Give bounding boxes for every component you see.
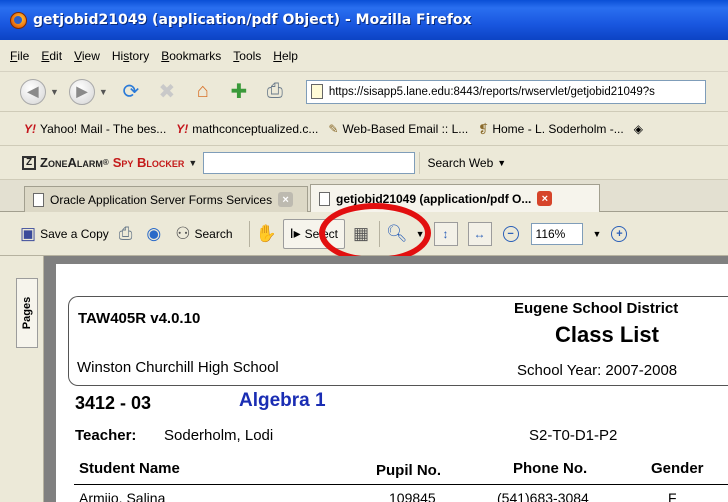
close-icon[interactable]: × (278, 192, 294, 207)
zonealarm-search-input[interactable] (203, 151, 416, 174)
bookmark-item[interactable]: Y! Yahoo! Mail - The bes... (24, 122, 166, 136)
zonealarm-logo[interactable]: Z ZoneAlarm ® Spy Blocker ▼ (22, 155, 201, 170)
district-name: Eugene School District (514, 300, 679, 317)
document-icon (319, 191, 330, 206)
section-number: 3412 - 03 (75, 393, 152, 413)
zoom-out-icon[interactable]: − (502, 225, 519, 242)
close-icon[interactable]: × (537, 191, 553, 206)
printer-icon: ⎙ (118, 223, 133, 243)
chevron-down-icon[interactable]: ▼ (416, 229, 425, 239)
stop-icon[interactable]: ✖ (154, 79, 180, 105)
column-header: Student Name (79, 460, 180, 477)
bookmark-label: mathconceptualized.c... (192, 121, 319, 136)
toolbar-separator (248, 220, 250, 247)
hand-tool-icon[interactable]: ✋ (256, 224, 277, 244)
pdf-toolbar: ▣ Save a Copy ⎙ ◉ ⚇ Search ✋ I▸ Select ▦… (0, 212, 728, 256)
report-title: Class List (555, 322, 659, 347)
print-icon[interactable]: ⎙ (262, 79, 288, 105)
text-cursor-icon: I▸ (289, 225, 301, 241)
reload-icon[interactable]: ⟳ (118, 79, 144, 105)
teacher-name: Soderholm, Lodi (164, 427, 274, 444)
period-code: S2-T0-D1-P2 (529, 427, 618, 444)
pdf-side-panel: Pages (0, 256, 44, 502)
menu-bar: File Edit View History Bookmarks Tools H… (0, 40, 728, 72)
chevron-down-icon[interactable]: ▼ (593, 229, 602, 239)
zonealarm-toolbar: Z ZoneAlarm ® Spy Blocker ▼ Search Web ▼ (0, 146, 728, 180)
firefox-logo-icon (10, 11, 27, 29)
column-header: Phone No. (513, 460, 588, 477)
bookmark-label: Yahoo! Mail - The bes... (40, 121, 167, 136)
pupil-number: 109845 (389, 490, 436, 502)
student-name: Armijo, Salina (79, 490, 166, 502)
yahoo-icon: Y! (176, 121, 189, 136)
window-title: getjobid21049 (application/pdf Object) -… (33, 12, 472, 28)
menu-help[interactable]: Help (273, 49, 298, 63)
email-button[interactable]: ◉ (146, 224, 165, 244)
page-document-icon (310, 84, 323, 99)
chevron-down-icon: ▼ (188, 157, 198, 168)
fit-width-icon[interactable]: ↔ (467, 221, 492, 246)
overflow-icon[interactable]: ◈ (634, 122, 643, 136)
chevron-down-icon: ▼ (497, 157, 507, 168)
bookmark-add-icon[interactable]: ✚ (226, 79, 252, 105)
url-bar[interactable]: https://sisapp5.lane.edu:8443/reports/rw… (305, 79, 706, 104)
email-icon: ✎ (328, 121, 339, 136)
zoom-in-circle-icon[interactable]: + (611, 225, 628, 242)
menu-file[interactable]: File (10, 49, 29, 63)
page-icon: ❡ (478, 121, 489, 136)
forward-history-dropdown[interactable]: ▼ (99, 87, 108, 97)
menu-view[interactable]: View (74, 49, 100, 63)
print-button[interactable]: ⎙ (119, 224, 137, 244)
back-history-dropdown[interactable]: ▼ (50, 87, 59, 97)
search-button[interactable]: ⚇ Search (175, 224, 232, 244)
pdf-document-area[interactable]: TAW405R v4.0.10 Eugene School District C… (44, 256, 728, 502)
search-web-button[interactable]: Search Web ▼ (419, 151, 517, 174)
column-header: Gender (651, 460, 704, 477)
zoom-in-icon[interactable]: 🔍︎ (386, 224, 408, 244)
menu-history[interactable]: History (112, 49, 149, 63)
select-tool-button[interactable]: I▸ Select (282, 218, 345, 249)
zoom-level-input[interactable]: 116% (530, 222, 583, 245)
bookmarks-toolbar: Y! Yahoo! Mail - The bes... Y! mathconce… (0, 112, 728, 146)
phone-number: (541)683-3084 (497, 490, 589, 502)
url-text: https://sisapp5.lane.edu:8443/reports/rw… (328, 85, 655, 98)
globe-mail-icon: ◉ (146, 223, 162, 243)
zonealarm-z-icon: Z (22, 155, 36, 170)
navigation-toolbar: ◀ ▼ ▶ ▼ ⟳ ✖ ⌂ ✚ ⎙ https://sisapp5.lane.e… (0, 72, 728, 112)
header-rule (74, 484, 728, 485)
menu-tools[interactable]: Tools (233, 49, 261, 63)
column-header: Pupil No. (376, 462, 441, 479)
toolbar-separator (379, 220, 381, 247)
fit-page-icon[interactable]: ↕ (433, 221, 458, 246)
save-copy-button[interactable]: ▣ Save a Copy (20, 224, 109, 244)
snapshot-icon[interactable]: ▦ (353, 224, 369, 244)
gender: F (668, 490, 677, 502)
floppy-disk-icon: ▣ (20, 223, 37, 243)
bookmark-item[interactable]: Y! mathconceptualized.c... (176, 122, 318, 136)
course-name: Algebra 1 (239, 390, 326, 411)
forward-arrow-icon[interactable]: ▶ (68, 78, 95, 105)
yahoo-icon: Y! (24, 121, 36, 136)
document-icon (33, 192, 44, 207)
school-name: Winston Churchill High School (77, 359, 279, 376)
home-icon[interactable]: ⌂ (190, 79, 216, 105)
school-year: School Year: 2007-2008 (517, 362, 678, 379)
tab-oracle-forms[interactable]: Oracle Application Server Forms Services… (24, 186, 308, 212)
bookmark-item[interactable]: ✎ Web-Based Email :: L... (328, 122, 468, 136)
back-arrow-icon[interactable]: ◀ (20, 78, 46, 105)
teacher-label: Teacher: (75, 427, 137, 444)
binoculars-icon: ⚇ (175, 223, 191, 243)
bookmark-label: Web-Based Email :: L... (342, 121, 469, 136)
report-code: TAW405R v4.0.10 (78, 310, 201, 327)
bookmark-label: Home - L. Soderholm -... (492, 121, 624, 136)
pages-tab[interactable]: Pages (16, 278, 38, 348)
tab-strip: Oracle Application Server Forms Services… (0, 180, 728, 212)
menu-bookmarks[interactable]: Bookmarks (161, 49, 221, 63)
bookmark-item[interactable]: ❡ Home - L. Soderholm -... (478, 122, 623, 136)
spy-blocker-label: Spy Blocker (112, 155, 185, 170)
menu-edit[interactable]: Edit (41, 49, 62, 63)
pdf-page: TAW405R v4.0.10 Eugene School District C… (56, 264, 728, 502)
window-titlebar: getjobid21049 (application/pdf Object) -… (0, 0, 728, 40)
tab-pdf-object[interactable]: getjobid21049 (application/pdf O... × (310, 184, 600, 212)
